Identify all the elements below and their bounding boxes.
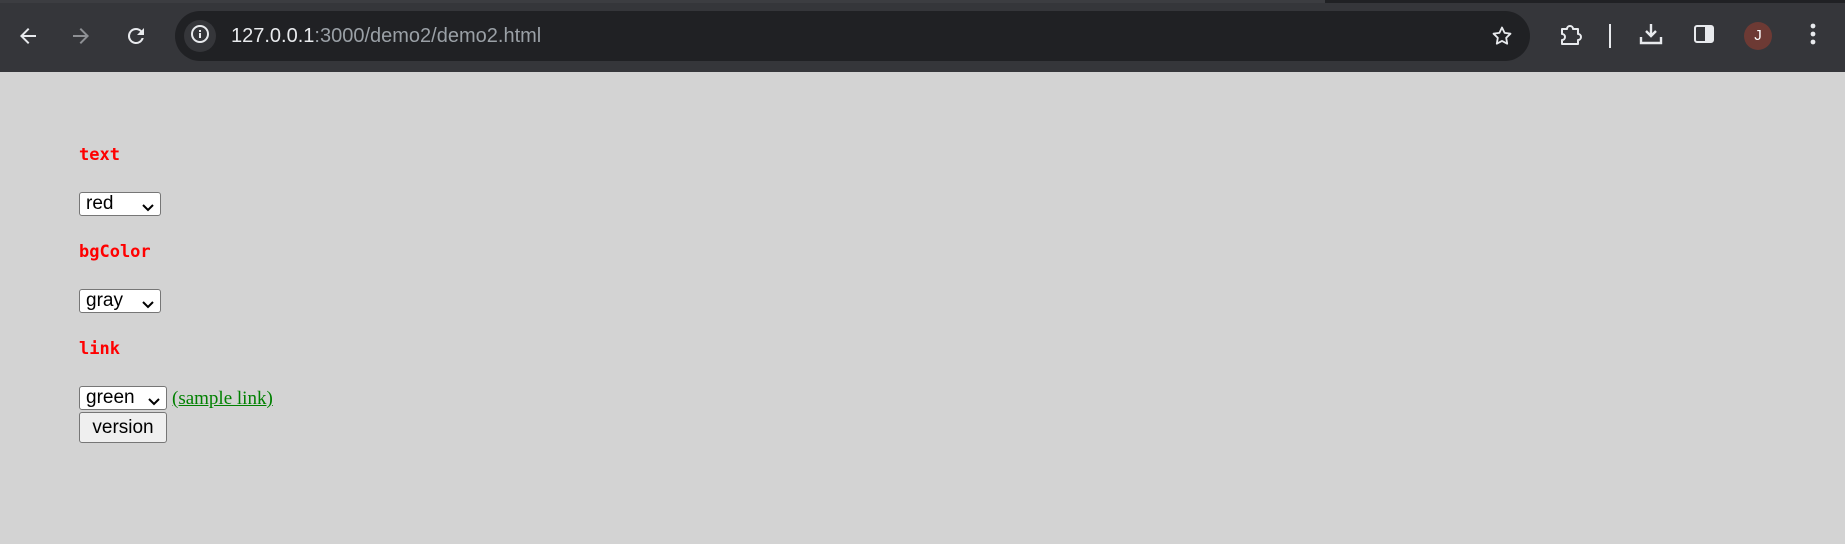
text-color-select-value: red <box>86 193 114 214</box>
extensions-button[interactable] <box>1557 22 1585 50</box>
link-color-select-value: green <box>86 387 135 408</box>
downloads-button[interactable] <box>1637 22 1665 50</box>
link-color-select[interactable]: green <box>79 386 167 410</box>
address-bar[interactable]: 127.0.0.1:3000/demo2/demo2.html <box>175 11 1530 61</box>
bookmark-star-button[interactable] <box>1490 24 1514 48</box>
bgcolor-select-value: gray <box>86 290 123 311</box>
url-host: 127.0.0.1 <box>231 25 315 47</box>
side-panel-button[interactable] <box>1690 22 1718 50</box>
sample-link[interactable]: (sample link) <box>172 388 273 410</box>
bgcolor-label: bgColor <box>79 242 151 262</box>
kebab-menu-icon <box>1809 22 1817 51</box>
active-tab[interactable] <box>0 0 1325 3</box>
url-path: :3000/demo2/demo2.html <box>314 25 542 47</box>
tab-strip <box>0 0 1845 3</box>
side-panel-icon <box>1692 22 1716 51</box>
text-label: text <box>79 145 120 165</box>
puzzle-icon <box>1558 21 1584 52</box>
back-button[interactable] <box>10 18 46 54</box>
bgcolor-select[interactable]: gray <box>79 289 161 313</box>
back-arrow-icon <box>16 24 40 48</box>
browser-menu-button[interactable] <box>1799 22 1827 50</box>
url-text[interactable]: 127.0.0.1:3000/demo2/demo2.html <box>231 24 541 48</box>
site-info-button[interactable] <box>184 20 216 52</box>
info-icon <box>190 24 210 49</box>
forward-button[interactable] <box>63 18 99 54</box>
toolbar-separator <box>1609 24 1611 48</box>
download-icon <box>1638 21 1664 52</box>
chevron-down-icon <box>141 198 155 212</box>
reload-button[interactable] <box>118 18 154 54</box>
chevron-down-icon <box>147 392 161 406</box>
page-content: text red bgColor gray link green (sample… <box>0 72 1845 544</box>
reload-icon <box>124 24 148 48</box>
chevron-down-icon <box>141 295 155 309</box>
browser-toolbar: 127.0.0.1:3000/demo2/demo2.html J <box>0 0 1845 72</box>
star-icon <box>1490 26 1514 52</box>
link-label: link <box>79 339 120 359</box>
version-button[interactable]: version <box>79 412 167 443</box>
text-color-select[interactable]: red <box>79 192 161 216</box>
profile-avatar[interactable]: J <box>1744 22 1772 50</box>
forward-arrow-icon <box>69 24 93 48</box>
